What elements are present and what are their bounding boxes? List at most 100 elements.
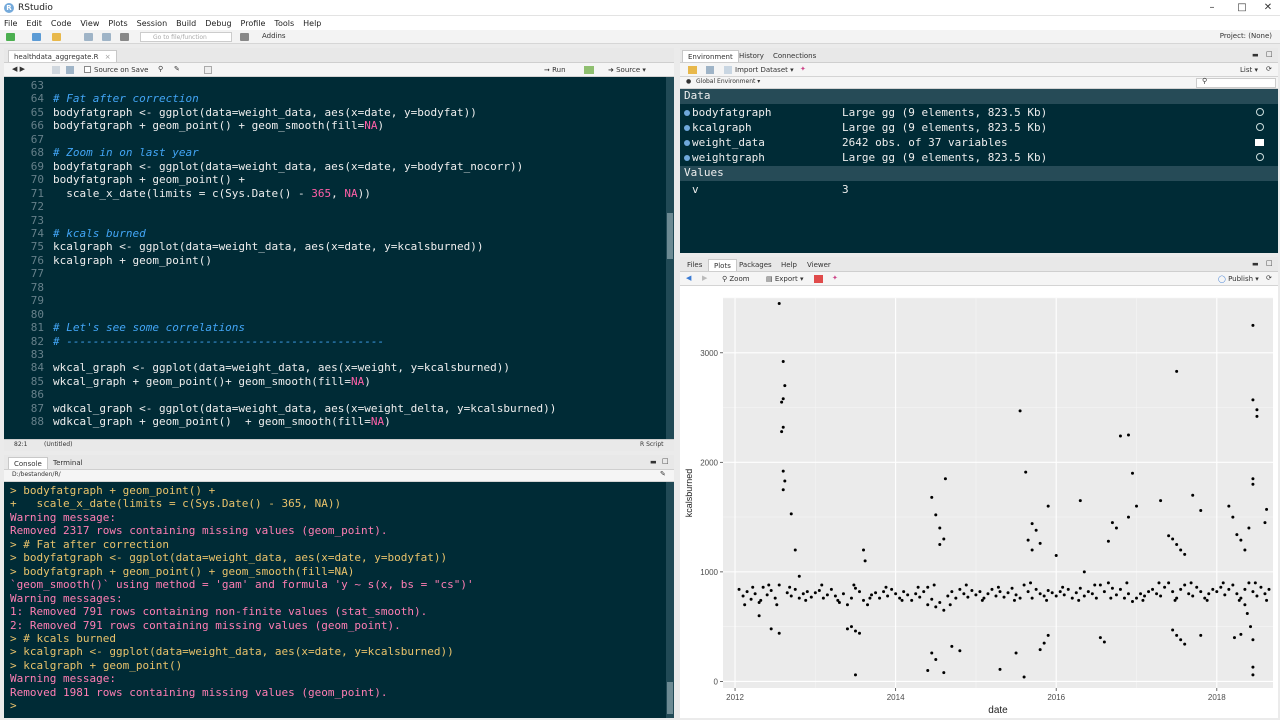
close-tab-icon[interactable]: × <box>105 53 111 61</box>
view-magnifier-icon[interactable] <box>1256 108 1264 116</box>
expand-icon[interactable] <box>684 110 690 116</box>
save-all-icon[interactable] <box>102 33 111 41</box>
menu-code[interactable]: Code <box>51 19 71 28</box>
refresh-plot-icon[interactable]: ⟳ <box>1266 274 1272 282</box>
new-file-icon[interactable] <box>6 33 15 41</box>
zoom-button[interactable]: ⚲ Zoom <box>722 275 750 283</box>
console-scroll-thumb[interactable] <box>667 682 673 714</box>
tab-viewer[interactable]: Viewer <box>802 259 836 271</box>
code-line[interactable]: # Fat after correction <box>53 92 199 105</box>
tab-plots[interactable]: Plots <box>708 259 737 271</box>
menu-view[interactable]: View <box>80 19 99 28</box>
view-magnifier-icon[interactable] <box>1256 123 1264 131</box>
load-workspace-icon[interactable] <box>688 66 697 74</box>
workspace-panes-icon[interactable] <box>240 33 249 41</box>
menu-edit[interactable]: Edit <box>26 19 42 28</box>
prev-plot-icon[interactable]: ◀ <box>686 274 691 282</box>
code-line[interactable]: # kcals burned <box>53 227 146 240</box>
env-search-input[interactable] <box>1196 78 1276 88</box>
console-output[interactable]: > bodyfatgraph + geom_point() + + scale_x… <box>4 482 674 718</box>
env-row-bodyfatgraph[interactable]: bodyfatgraph Large gg (9 elements, 823.5… <box>680 105 1276 120</box>
code-line[interactable]: wkcal_graph <- ggplot(data=weight_data, … <box>53 361 510 374</box>
search-icon[interactable]: ⚲ <box>158 65 163 73</box>
remove-plot-icon[interactable] <box>814 275 823 283</box>
source-button[interactable]: ➜ Source ▾ <box>608 66 646 74</box>
code-line[interactable]: wdkcal_graph + geom_point() + geom_smoot… <box>53 415 391 428</box>
view-magnifier-icon[interactable] <box>1256 153 1264 161</box>
tab-history[interactable]: History <box>734 50 769 62</box>
code-line[interactable]: # Zoom in on last year <box>53 146 199 159</box>
minimize-env-icon[interactable]: ▬ <box>1252 51 1259 59</box>
refresh-icon[interactable]: ⟳ <box>1266 65 1272 73</box>
menu-profile[interactable]: Profile <box>241 19 266 28</box>
env-row-kcalgraph[interactable]: kcalgraph Large gg (9 elements, 823.5 Kb… <box>680 120 1276 135</box>
export-button[interactable]: ▤ Export ▾ <box>766 275 804 283</box>
import-dataset-button[interactable]: Import Dataset ▾ <box>735 66 794 74</box>
new-project-icon[interactable] <box>32 33 41 41</box>
maximize-icon[interactable]: □ <box>1228 1 1256 15</box>
print-icon[interactable] <box>120 33 129 41</box>
tab-healthdata[interactable]: healthdata_aggregate.R × <box>8 50 117 62</box>
code-line[interactable]: wdkcal_graph <- ggplot(data=weight_data,… <box>53 402 556 415</box>
compile-report-icon[interactable] <box>204 66 212 74</box>
tab-terminal[interactable]: Terminal <box>48 457 88 469</box>
code-tools-icon[interactable]: ✎ <box>174 65 180 73</box>
scope-indicator[interactable]: (Untitled) <box>44 441 72 448</box>
code-editor[interactable]: 63 64 # Fat after correction 65 bodyfatgraph… <box>4 77 674 439</box>
maximize-pane-icon[interactable]: □ <box>662 457 669 465</box>
menu-debug[interactable]: Debug <box>205 19 231 28</box>
save-workspace-icon[interactable] <box>706 66 714 74</box>
close-icon[interactable]: ✕ <box>1254 1 1280 15</box>
tab-environment[interactable]: Environment <box>682 50 739 62</box>
env-scope-select[interactable]: Global Environment ▾ <box>696 78 760 85</box>
expand-icon[interactable] <box>684 140 690 146</box>
open-file-icon[interactable] <box>52 33 61 41</box>
minimize-icon[interactable]: – <box>1198 1 1226 15</box>
save-icon[interactable] <box>84 33 93 41</box>
tab-files[interactable]: Files <box>682 259 707 271</box>
list-view-button[interactable]: List ▾ <box>1240 66 1258 74</box>
tab-console[interactable]: Console <box>8 457 48 469</box>
env-row-weight-data[interactable]: weight_data 2642 obs. of 37 variables <box>680 135 1276 150</box>
tab-help[interactable]: Help <box>776 259 802 271</box>
code-line[interactable]: bodyfatgraph <- ggplot(data=weight_data,… <box>53 106 477 119</box>
clear-broom-icon[interactable]: ✦ <box>800 65 806 73</box>
file-type[interactable]: R Script <box>640 441 663 448</box>
addins-menu[interactable]: Addins <box>262 32 286 40</box>
env-row-v[interactable]: v 3 <box>680 182 1276 197</box>
menu-build[interactable]: Build <box>176 19 196 28</box>
back-arrow-icon[interactable]: ◀ ▶ <box>12 65 25 73</box>
clear-plots-broom-icon[interactable]: ✦ <box>832 274 838 282</box>
save-file-icon[interactable] <box>66 66 74 74</box>
show-in-window-icon[interactable] <box>52 66 60 74</box>
maximize-env-icon[interactable]: □ <box>1266 50 1273 58</box>
goto-file-input[interactable]: Go to file/function <box>140 32 232 42</box>
expand-icon[interactable] <box>684 125 690 131</box>
menu-plots[interactable]: Plots <box>108 19 127 28</box>
expand-icon[interactable] <box>684 155 690 161</box>
editor-scroll-thumb[interactable] <box>667 213 673 259</box>
code-line[interactable]: wkcal_graph + geom_point()+ geom_smooth(… <box>53 375 371 388</box>
rerun-icon[interactable] <box>584 66 594 74</box>
next-plot-icon[interactable]: ▶ <box>702 274 707 282</box>
code-line[interactable]: kcalgraph + geom_point() <box>53 254 212 267</box>
code-line[interactable]: # Let's see some correlations <box>53 321 245 334</box>
import-icon[interactable] <box>724 66 732 74</box>
code-line[interactable]: scale_x_date(limits = c(Sys.Date() - 365… <box>53 187 371 200</box>
code-line[interactable]: # --------------------------------------… <box>53 335 384 348</box>
menu-help[interactable]: Help <box>303 19 321 28</box>
project-menu[interactable]: Project: (None) <box>1220 32 1272 40</box>
tab-packages[interactable]: Packages <box>734 259 777 271</box>
clear-console-icon[interactable]: ✎ <box>660 470 666 478</box>
menu-session[interactable]: Session <box>137 19 168 28</box>
tab-connections[interactable]: Connections <box>768 50 821 62</box>
minimize-plots-icon[interactable]: ▬ <box>1252 260 1259 268</box>
code-line[interactable]: bodyfatgraph + geom_point() + geom_smoot… <box>53 119 384 132</box>
view-table-icon[interactable] <box>1255 139 1264 146</box>
publish-button[interactable]: ◯ Publish ▾ <box>1218 275 1259 283</box>
maximize-plots-icon[interactable]: □ <box>1266 259 1273 267</box>
source-on-save-checkbox[interactable] <box>84 66 91 73</box>
env-row-weightgraph[interactable]: weightgraph Large gg (9 elements, 823.5 … <box>680 150 1276 165</box>
code-line[interactable]: bodyfatgraph + geom_point() + <box>53 173 245 186</box>
run-button[interactable]: ➞ Run <box>544 66 566 74</box>
